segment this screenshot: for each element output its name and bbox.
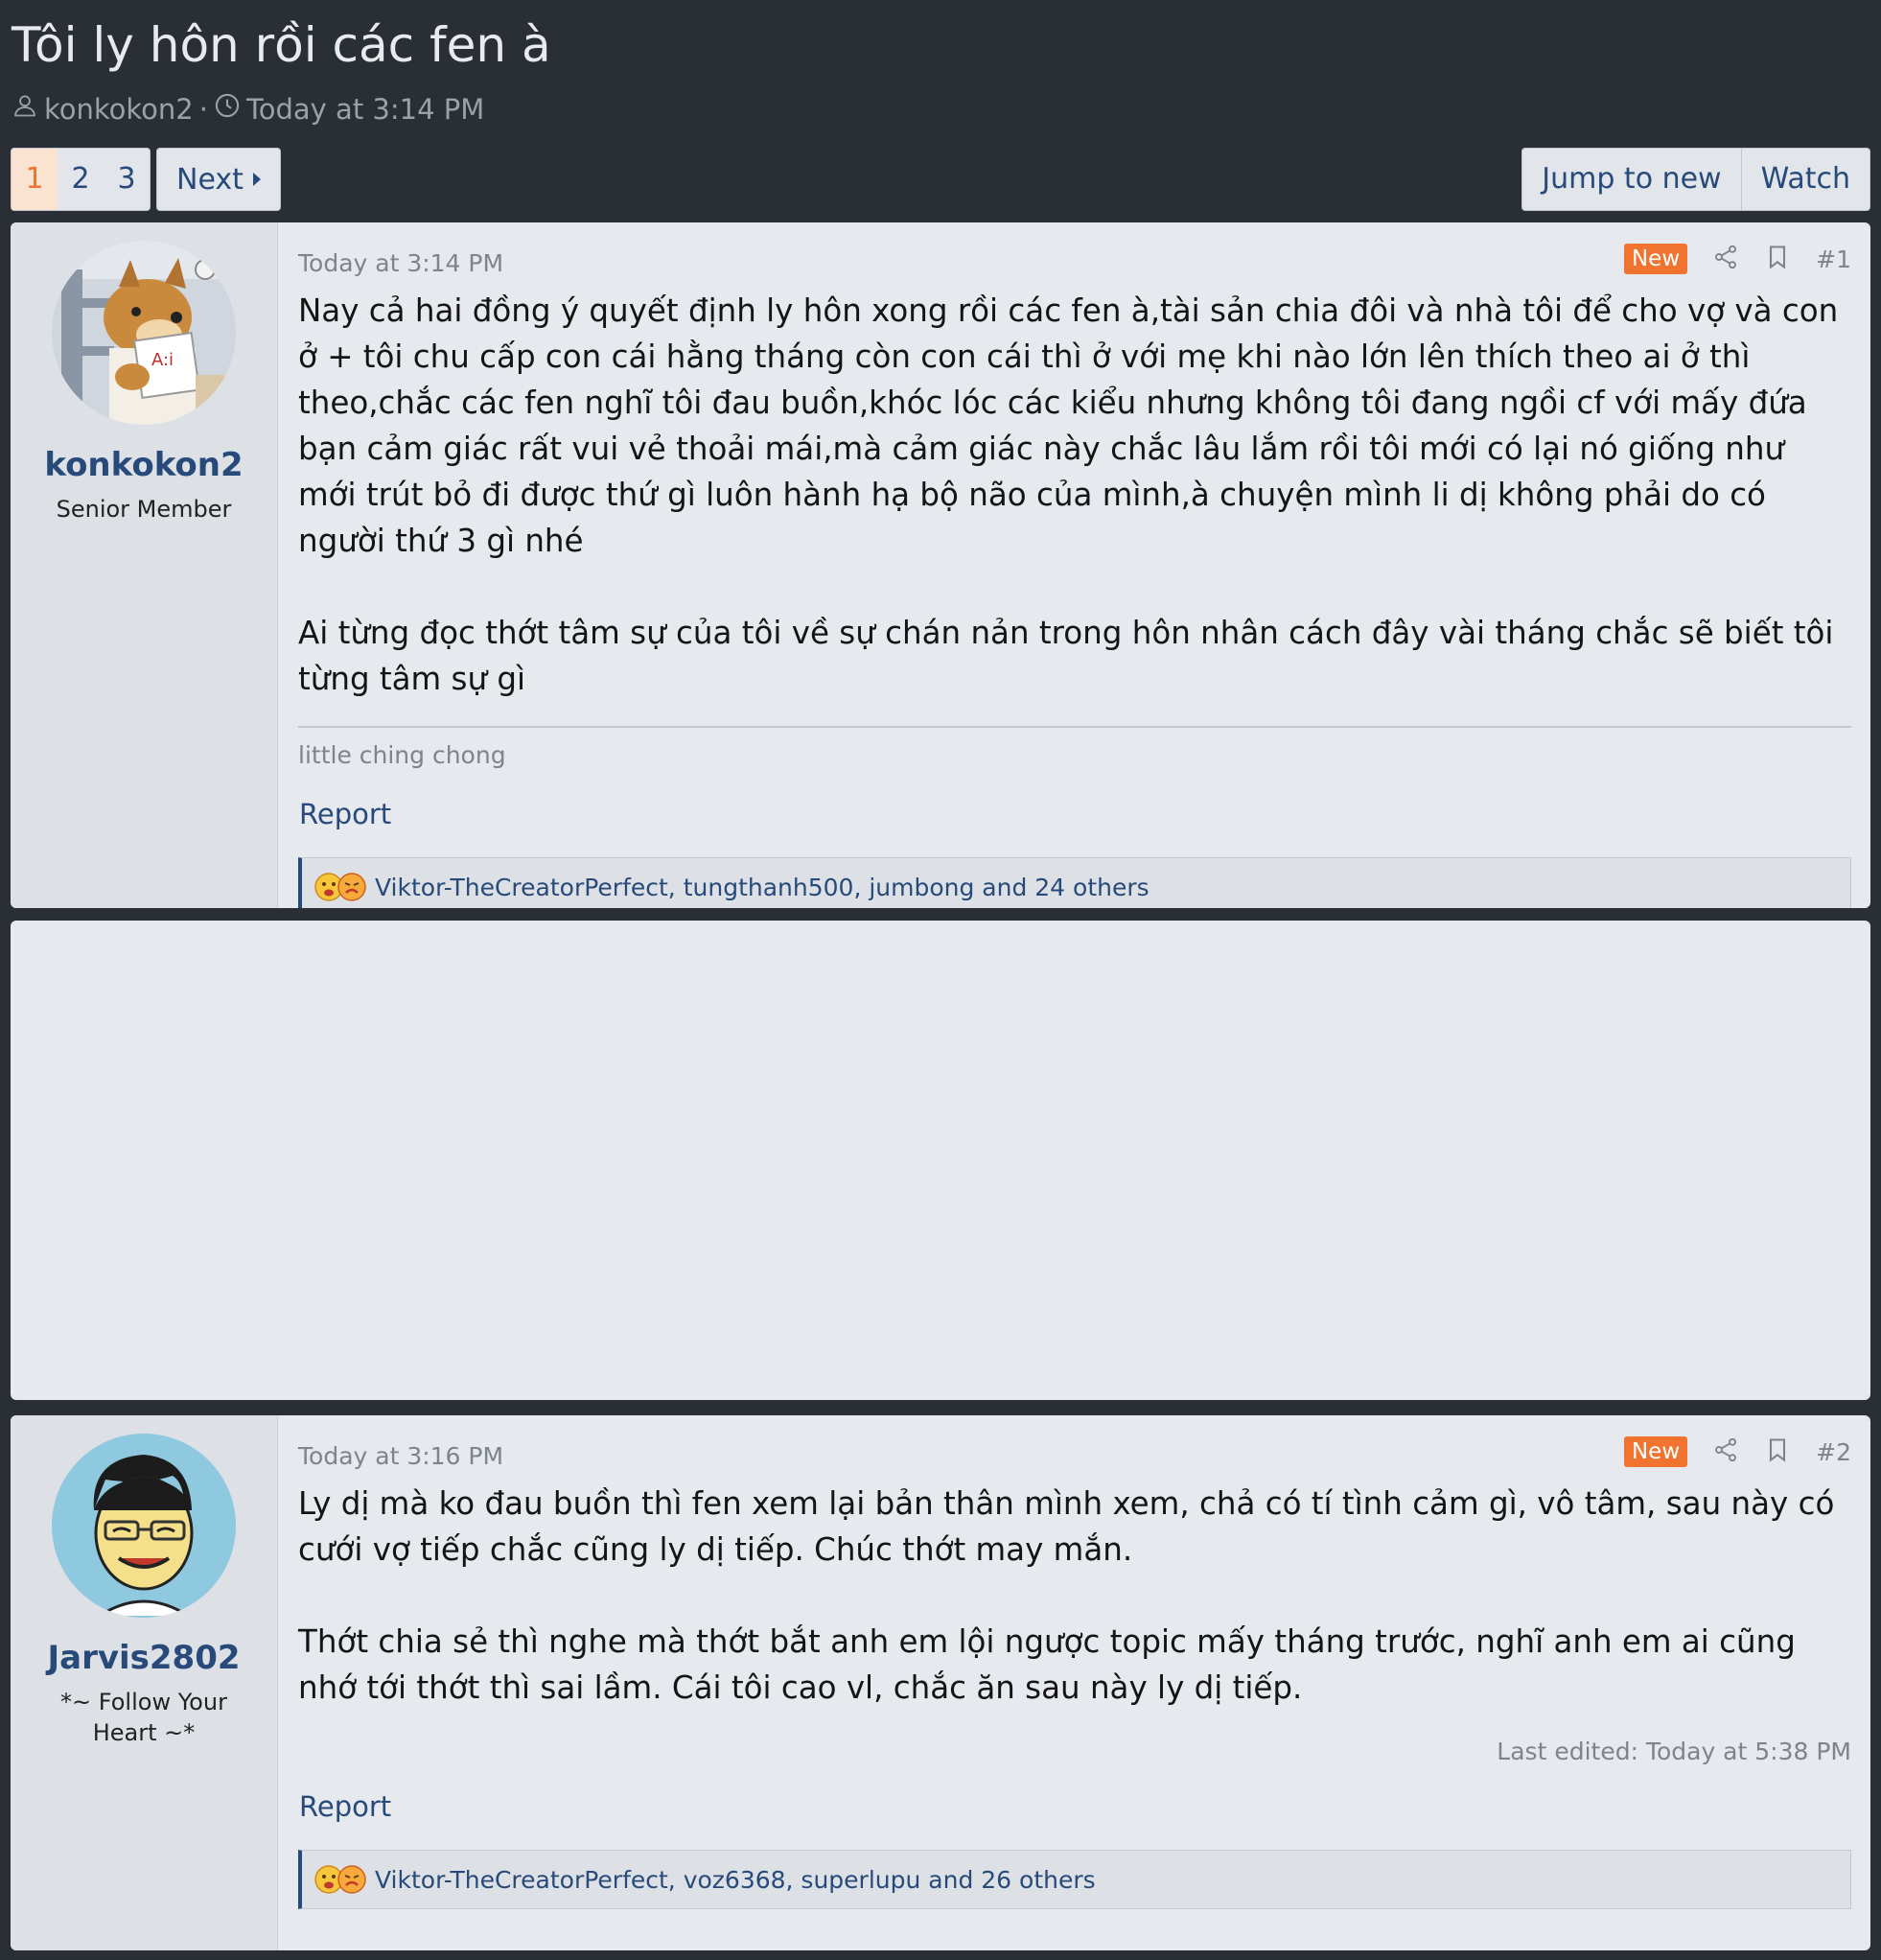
new-badge: New	[1623, 1436, 1688, 1467]
post-date[interactable]: Today at 3:16 PM	[298, 1442, 503, 1470]
post-number[interactable]: #1	[1816, 245, 1851, 273]
avatar[interactable]: A:i	[52, 241, 236, 425]
user-title: *~ Follow Your Heart ~*	[60, 1689, 227, 1746]
page-1-link[interactable]: 1	[12, 149, 58, 210]
message-arrow	[264, 1448, 277, 1475]
post-2-user-column: Jarvis2802 *~ Follow Your Heart ~*	[11, 1415, 278, 1950]
page-numbers: 1 2 3	[11, 148, 151, 211]
post-username[interactable]: Jarvis2802	[11, 1639, 277, 1677]
thread-title: Tôi ly hôn rồi các fen à	[12, 17, 551, 73]
clock-icon	[214, 92, 241, 126]
post-header: Today at 3:16 PM New #2	[298, 1415, 1851, 1470]
jump-to-new-button[interactable]: Jump to new	[1522, 149, 1740, 210]
post-tools: New #2	[1623, 1436, 1851, 1467]
reaction-emoji-icon	[314, 872, 367, 902]
report-link[interactable]: Report	[298, 1790, 1851, 1823]
message-arrow	[264, 255, 277, 282]
bookmark-icon[interactable]	[1764, 244, 1791, 274]
post-username[interactable]: konkokon2	[11, 446, 277, 484]
watch-button[interactable]: Watch	[1740, 149, 1869, 210]
svg-text:A:i: A:i	[151, 350, 174, 370]
post-paragraph: Ly dị mà ko đau buồn thì fen xem lại bản…	[298, 1485, 1835, 1568]
thread-author[interactable]: konkokon2	[44, 93, 194, 126]
post-paragraph: Ai từng đọc thớt tâm sự của tôi về sự ch…	[298, 615, 1834, 697]
post-tools: New #1	[1623, 244, 1851, 274]
post-number[interactable]: #2	[1816, 1438, 1851, 1466]
post-body: Ly dị mà ko đau buồn thì fen xem lại bản…	[298, 1481, 1851, 1711]
thread-meta: konkokon2 · Today at 3:14 PM	[12, 92, 484, 126]
bookmark-icon[interactable]	[1764, 1436, 1791, 1467]
post-1-main: Today at 3:14 PM New #1 Nay cả hai đồng …	[298, 222, 1851, 908]
page-2-link[interactable]: 2	[58, 149, 104, 210]
reactions-text: Viktor-TheCreatorPerfect, voz6368, super…	[375, 1865, 1096, 1894]
thread-actions: Jump to new Watch	[1521, 148, 1870, 211]
ad-placeholder	[11, 921, 1870, 1400]
thread-page: Tôi ly hôn rồi các fen à konkokon2 · Tod…	[0, 0, 1881, 1960]
post-2-main: Today at 3:16 PM New #2 Ly dị mà ko đau …	[298, 1415, 1851, 1909]
reactions-bar[interactable]: Viktor-TheCreatorPerfect, tungthanh500, …	[298, 857, 1851, 908]
post-header: Today at 3:14 PM New #1	[298, 222, 1851, 277]
share-icon[interactable]	[1712, 244, 1739, 274]
reactions-bar[interactable]: Viktor-TheCreatorPerfect, voz6368, super…	[298, 1850, 1851, 1909]
next-page-button[interactable]: Next	[156, 148, 281, 211]
post-2: Jarvis2802 *~ Follow Your Heart ~* Today…	[11, 1415, 1870, 1950]
post-1: A:i konkokon2 Senior Member Today at 3:1…	[11, 222, 1870, 908]
report-link[interactable]: Report	[298, 798, 1851, 830]
pagination: 1 2 3 Next	[11, 148, 281, 211]
post-paragraph: Nay cả hai đồng ý quyết định ly hôn xong…	[298, 292, 1839, 559]
reactions-text: Viktor-TheCreatorPerfect, tungthanh500, …	[375, 873, 1150, 901]
next-label: Next	[176, 162, 244, 197]
user-icon	[12, 92, 38, 126]
avatar[interactable]	[52, 1434, 236, 1618]
caret-right-icon	[252, 173, 261, 186]
post-body: Nay cả hai đồng ý quyết định ly hôn xong…	[298, 288, 1851, 702]
last-edited: Last edited: Today at 5:38 PM	[1497, 1738, 1851, 1765]
post-1-user-column: A:i konkokon2 Senior Member	[11, 222, 278, 908]
new-badge: New	[1623, 244, 1688, 274]
signature-divider	[298, 726, 1851, 728]
thread-time[interactable]: Today at 3:14 PM	[246, 93, 484, 126]
user-title: Senior Member	[56, 496, 232, 523]
meta-separator: ·	[198, 92, 208, 126]
reaction-emoji-icon	[314, 1864, 367, 1895]
share-icon[interactable]	[1712, 1436, 1739, 1467]
signature: little ching chong	[298, 741, 506, 769]
page-3-link[interactable]: 3	[104, 149, 150, 210]
post-date[interactable]: Today at 3:14 PM	[298, 249, 503, 277]
post-paragraph: Thớt chia sẻ thì nghe mà thớt bắt anh em…	[298, 1623, 1796, 1706]
